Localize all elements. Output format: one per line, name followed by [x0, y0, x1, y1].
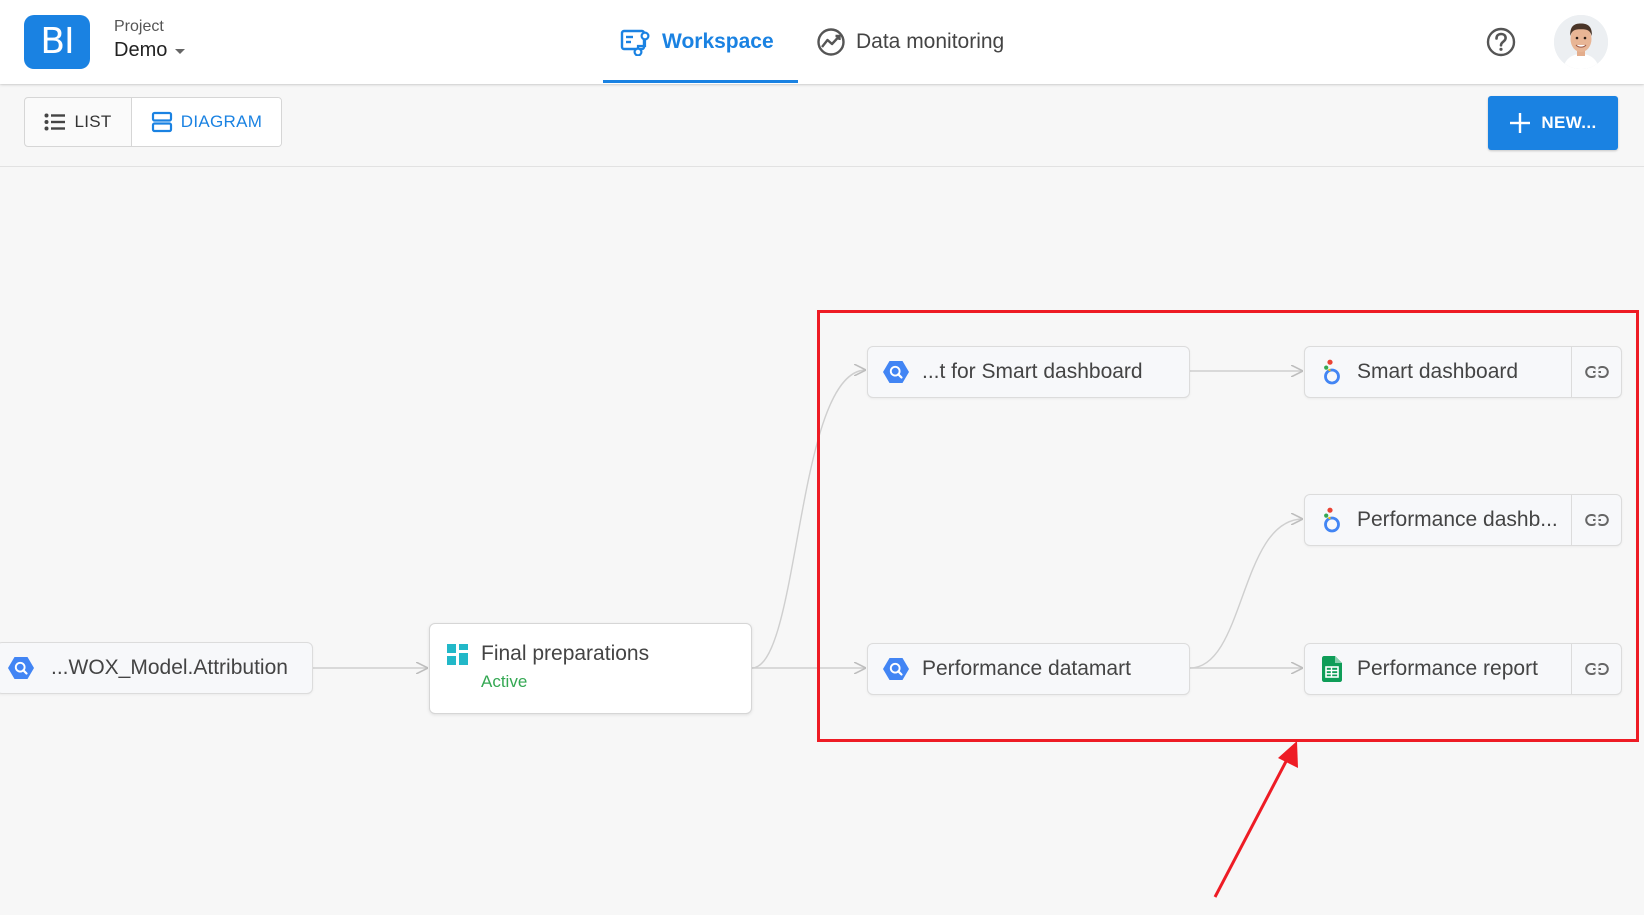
node-final-preparations[interactable]: Final preparations Active — [429, 623, 752, 714]
help-icon — [1486, 27, 1516, 57]
tab-data-monitoring[interactable]: Data monitoring — [816, 0, 1004, 84]
node-performance-dashboard-label: Performance dashb... — [1357, 508, 1558, 531]
link-icon — [1584, 513, 1609, 527]
node-performance-report-label: Performance report — [1357, 657, 1538, 680]
open-link-button[interactable] — [1571, 644, 1621, 694]
project-dropdown[interactable]: Demo — [114, 37, 186, 63]
node-smart-dashboard-label: Smart dashboard — [1357, 360, 1519, 383]
node-attribution[interactable]: ...WOX_Model.Attribution — [0, 642, 313, 694]
node-performance-report[interactable]: Performance report — [1304, 643, 1622, 695]
help-button[interactable] — [1486, 27, 1516, 57]
logo-text: BI — [40, 21, 74, 62]
google-sheets-icon — [1321, 656, 1343, 682]
project-label: Project — [114, 18, 164, 35]
node-attribution-label: ...WOX_Model.Attribution — [51, 656, 288, 679]
node-performance-datamart-label: Performance datamart — [922, 657, 1131, 680]
active-tab-indicator — [603, 80, 798, 83]
open-link-button[interactable] — [1571, 495, 1621, 545]
node-smart-datamart[interactable]: ...t for Smart dashboard — [867, 346, 1190, 398]
node-smart-dashboard[interactable]: Smart dashboard — [1304, 346, 1622, 398]
bigquery-icon — [882, 657, 910, 681]
caret-down-icon — [175, 48, 186, 54]
looker-studio-icon — [1321, 507, 1343, 533]
tab-data-monitoring-label: Data monitoring — [856, 30, 1005, 53]
link-icon — [1584, 365, 1609, 379]
node-final-preparations-label: Final preparations — [481, 642, 650, 665]
edge-performance-datamart-dashboard — [1189, 519, 1303, 669]
looker-studio-icon — [1321, 359, 1343, 385]
project-value: Demo — [114, 39, 168, 61]
status-badge: Active — [481, 672, 528, 691]
tab-workspace-label: Workspace — [662, 30, 774, 53]
app-logo[interactable]: BI — [24, 15, 90, 69]
user-avatar[interactable] — [1554, 15, 1608, 69]
pipeline-icon — [447, 644, 469, 666]
diagram-edges — [313, 0, 1644, 915]
workspace-icon — [620, 29, 650, 56]
edge-final-smart-datamart — [751, 370, 866, 669]
node-performance-datamart[interactable]: Performance datamart — [867, 643, 1190, 695]
bigquery-icon — [7, 656, 35, 680]
node-performance-dashboard[interactable]: Performance dashb... — [1304, 494, 1622, 546]
node-smart-datamart-label: ...t for Smart dashboard — [922, 360, 1143, 383]
tab-workspace[interactable]: Workspace — [620, 0, 774, 84]
avatar-icon — [1554, 15, 1608, 69]
project-selector[interactable]: Project Demo — [114, 17, 186, 63]
top-bar: BI Project Demo Workspace Data monitorin… — [0, 0, 1644, 84]
monitoring-icon — [817, 28, 845, 56]
link-icon — [1584, 662, 1609, 676]
bigquery-icon — [882, 360, 910, 384]
open-link-button[interactable] — [1571, 347, 1621, 397]
